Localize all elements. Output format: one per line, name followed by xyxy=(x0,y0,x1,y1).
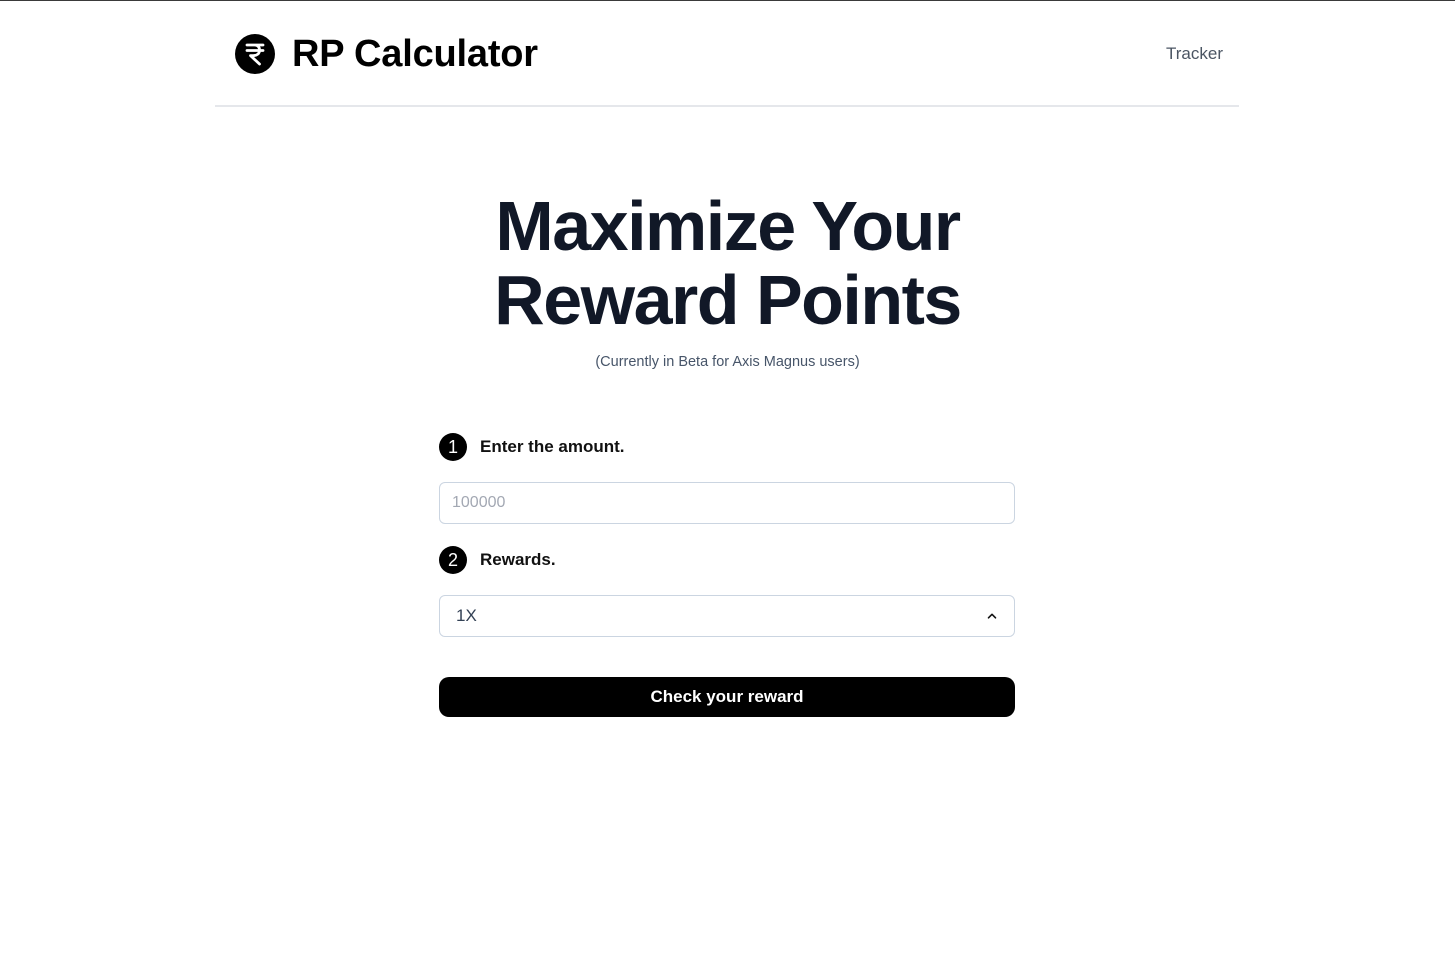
page-title-line-2: Reward Points xyxy=(494,261,962,339)
beta-notice: (Currently in Beta for Axis Magnus users… xyxy=(595,354,860,370)
step-1: 1 Enter the amount. xyxy=(439,433,1015,461)
page-title: Maximize Your Reward Points xyxy=(0,189,1455,337)
step-2: 2 Rewards. xyxy=(439,546,1015,574)
step-2-label: Rewards. xyxy=(480,550,556,569)
hero-section: Maximize Your Reward Points (Currently i… xyxy=(0,189,1455,372)
app-title: RP Calculator xyxy=(292,33,538,75)
site-header: RP Calculator Tracker xyxy=(215,1,1239,107)
reward-calculator-form: 1 Enter the amount. 2 Rewards. 1X Check … xyxy=(439,433,1015,717)
rewards-select[interactable]: 1X xyxy=(439,595,1015,637)
step-number-badge: 1 xyxy=(439,433,467,461)
step-number-badge: 2 xyxy=(439,546,467,574)
page-title-line-1: Maximize Your xyxy=(495,187,961,265)
step-1-label: Enter the amount. xyxy=(480,437,625,456)
chevron-up-icon xyxy=(987,613,997,619)
check-reward-button[interactable]: Check your reward xyxy=(439,677,1015,717)
amount-input[interactable] xyxy=(439,482,1015,524)
rupee-coin-icon xyxy=(235,34,275,74)
brand[interactable]: RP Calculator xyxy=(235,34,538,74)
rewards-select-value: 1X xyxy=(456,606,477,625)
nav-link-tracker[interactable]: Tracker xyxy=(1166,43,1223,65)
